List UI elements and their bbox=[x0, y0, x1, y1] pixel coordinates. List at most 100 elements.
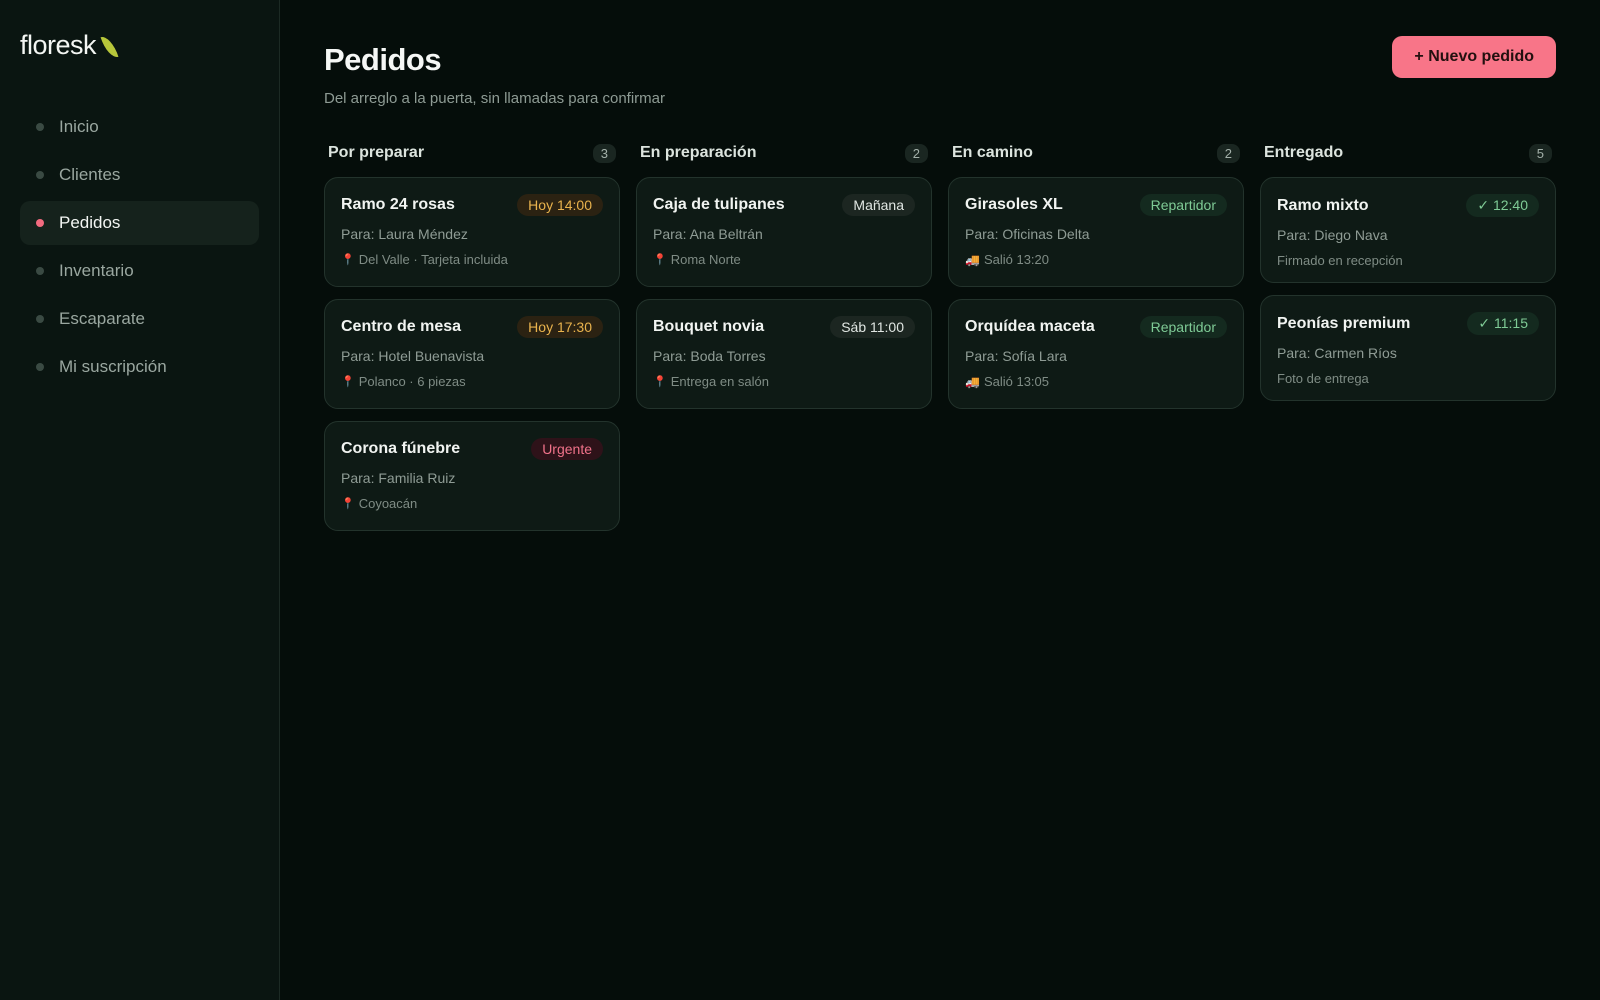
card-meta-text: Firmado en recepción bbox=[1277, 253, 1403, 268]
order-card[interactable]: Corona fúnebre Urgente Para: Familia Rui… bbox=[324, 421, 620, 531]
sidebar: floresk Inicio Clientes Pedidos Inventar… bbox=[0, 0, 280, 1000]
card-meta-text: Foto de entrega bbox=[1277, 371, 1369, 386]
status-badge: ✓ 12:40 bbox=[1466, 194, 1539, 217]
dot-icon bbox=[36, 315, 44, 323]
card-title: Caja de tulipanes bbox=[653, 196, 785, 213]
card-title: Corona fúnebre bbox=[341, 440, 461, 457]
column-title: Por preparar bbox=[328, 144, 425, 161]
card-header: Corona fúnebre Urgente bbox=[341, 438, 603, 460]
card-header: Ramo mixto ✓ 12:40 bbox=[1277, 194, 1539, 217]
new-order-button[interactable]: + Nuevo pedido bbox=[1392, 36, 1556, 78]
card-title: Centro de mesa bbox=[341, 318, 462, 335]
sidebar-item-inicio[interactable]: Inicio bbox=[20, 105, 259, 149]
truck-icon: 🚚 bbox=[965, 374, 980, 389]
order-card[interactable]: Bouquet novia Sáb 11:00 Para: Boda Torre… bbox=[636, 299, 932, 409]
status-badge: Sáb 11:00 bbox=[830, 316, 915, 338]
card-meta: Firmado en recepción bbox=[1277, 253, 1539, 268]
status-badge: Urgente bbox=[531, 438, 603, 460]
brand-logo[interactable]: floresk bbox=[20, 30, 259, 61]
status-badge: Hoy 14:00 bbox=[517, 194, 603, 216]
column-header: En preparación 2 bbox=[636, 137, 932, 169]
column-title: En camino bbox=[952, 144, 1033, 161]
card-title: Girasoles XL bbox=[965, 196, 1063, 213]
card-meta-text: Coyoacán bbox=[358, 496, 418, 511]
status-badge: ✓ 11:15 bbox=[1467, 312, 1539, 335]
pin-icon: 📍 bbox=[653, 254, 667, 266]
leaf-icon bbox=[100, 33, 119, 60]
dot-icon bbox=[36, 123, 44, 131]
order-card[interactable]: Girasoles XL Repartidor Para: Oficinas D… bbox=[948, 177, 1244, 287]
card-meta: 📍 Coyoacán bbox=[341, 496, 603, 511]
sidebar-item-label: Clientes bbox=[59, 165, 121, 184]
order-card[interactable]: Peonías premium ✓ 11:15 Para: Carmen Río… bbox=[1260, 295, 1556, 401]
dot-icon bbox=[36, 363, 44, 371]
main-content: Pedidos Del arreglo a la puerta, sin lla… bbox=[280, 0, 1600, 1000]
column-header: Entregado 5 bbox=[1260, 137, 1556, 169]
column-count: 3 bbox=[592, 143, 616, 163]
sidebar-item-escaparate[interactable]: Escaparate bbox=[20, 297, 259, 341]
card-title: Orquídea maceta bbox=[965, 318, 1095, 335]
column-header: Por preparar 3 bbox=[324, 137, 620, 169]
sidebar-item-inventario[interactable]: Inventario bbox=[20, 249, 259, 293]
sidebar-item-pedidos[interactable]: Pedidos bbox=[20, 201, 259, 245]
sidebar-item-label: Mi suscripción bbox=[59, 357, 167, 376]
app: floresk Inicio Clientes Pedidos Inventar… bbox=[0, 0, 1600, 1000]
card-meta-text: Salió 13:05 bbox=[983, 374, 1050, 389]
card-meta: Foto de entrega bbox=[1277, 371, 1539, 386]
card-title: Bouquet novia bbox=[653, 318, 765, 335]
page-heading: Pedidos Del arreglo a la puerta, sin lla… bbox=[324, 36, 665, 107]
column-title: Entregado bbox=[1264, 144, 1344, 161]
sidebar-item-label: Pedidos bbox=[59, 213, 121, 232]
pin-icon: 📍 bbox=[653, 376, 667, 388]
card-header: Caja de tulipanes Mañana bbox=[653, 194, 915, 216]
pin-icon: 📍 bbox=[341, 376, 355, 388]
status-badge: Repartidor bbox=[1139, 316, 1227, 338]
card-header: Peonías premium ✓ 11:15 bbox=[1277, 312, 1539, 335]
card-recipient: Para: Sofía Lara bbox=[965, 348, 1067, 364]
card-recipient: Para: Diego Nava bbox=[1277, 227, 1388, 243]
card-meta: 📍 Entrega en salón bbox=[653, 374, 915, 389]
card-header: Bouquet novia Sáb 11:00 bbox=[653, 316, 915, 338]
sidebar-nav: Inicio Clientes Pedidos Inventario Escap… bbox=[20, 105, 259, 389]
sidebar-item-suscripcion[interactable]: Mi suscripción bbox=[20, 345, 259, 389]
card-meta: 📍 Polanco · 6 piezas bbox=[341, 374, 603, 389]
status-badge: Mañana bbox=[842, 194, 915, 216]
column-title: En preparación bbox=[640, 144, 757, 161]
card-recipient: Para: Hotel Buenavista bbox=[341, 348, 485, 364]
card-recipient: Para: Oficinas Delta bbox=[965, 226, 1090, 242]
order-card[interactable]: Orquídea maceta Repartidor Para: Sofía L… bbox=[948, 299, 1244, 409]
card-header: Girasoles XL Repartidor bbox=[965, 194, 1227, 216]
sidebar-item-clientes[interactable]: Clientes bbox=[20, 153, 259, 197]
column-count: 5 bbox=[1528, 143, 1552, 163]
dot-icon bbox=[36, 267, 44, 275]
pin-icon: 📍 bbox=[341, 498, 355, 510]
order-card[interactable]: Ramo 24 rosas Hoy 14:00 Para: Laura Ménd… bbox=[324, 177, 620, 287]
column-en-camino: En camino 2 Girasoles XL Repartidor Para… bbox=[948, 137, 1244, 543]
sidebar-item-label: Escaparate bbox=[59, 309, 145, 328]
sidebar-item-label: Inventario bbox=[59, 261, 134, 280]
status-badge: Hoy 17:30 bbox=[517, 316, 603, 338]
status-badge: Repartidor bbox=[1139, 194, 1227, 216]
page-subtitle: Del arreglo a la puerta, sin llamadas pa… bbox=[324, 90, 665, 107]
card-meta-text: Del Valle · Tarjeta incluida bbox=[358, 252, 508, 267]
card-meta: 🚚 Salió 13:20 bbox=[965, 252, 1227, 267]
column-count: 2 bbox=[904, 143, 928, 163]
card-header: Ramo 24 rosas Hoy 14:00 bbox=[341, 194, 603, 216]
card-meta: 📍 Del Valle · Tarjeta incluida bbox=[341, 252, 603, 267]
pin-icon: 📍 bbox=[341, 254, 355, 266]
card-header: Orquídea maceta Repartidor bbox=[965, 316, 1227, 338]
order-card[interactable]: Caja de tulipanes Mañana Para: Ana Beltr… bbox=[636, 177, 932, 287]
page-title: Pedidos bbox=[324, 42, 442, 77]
truck-icon: 🚚 bbox=[965, 252, 980, 267]
card-header: Centro de mesa Hoy 17:30 bbox=[341, 316, 603, 338]
card-meta-text: Entrega en salón bbox=[670, 374, 769, 389]
page-header: Pedidos Del arreglo a la puerta, sin lla… bbox=[324, 36, 1556, 107]
order-card[interactable]: Ramo mixto ✓ 12:40 Para: Diego Nava Firm… bbox=[1260, 177, 1556, 283]
order-card[interactable]: Centro de mesa Hoy 17:30 Para: Hotel Bue… bbox=[324, 299, 620, 409]
kanban-board: Por preparar 3 Ramo 24 rosas Hoy 14:00 P… bbox=[324, 137, 1556, 543]
card-meta: 🚚 Salió 13:05 bbox=[965, 374, 1227, 389]
card-recipient: Para: Familia Ruiz bbox=[341, 470, 456, 486]
column-header: En camino 2 bbox=[948, 137, 1244, 169]
column-por-preparar: Por preparar 3 Ramo 24 rosas Hoy 14:00 P… bbox=[324, 137, 620, 543]
dot-icon bbox=[36, 171, 44, 179]
